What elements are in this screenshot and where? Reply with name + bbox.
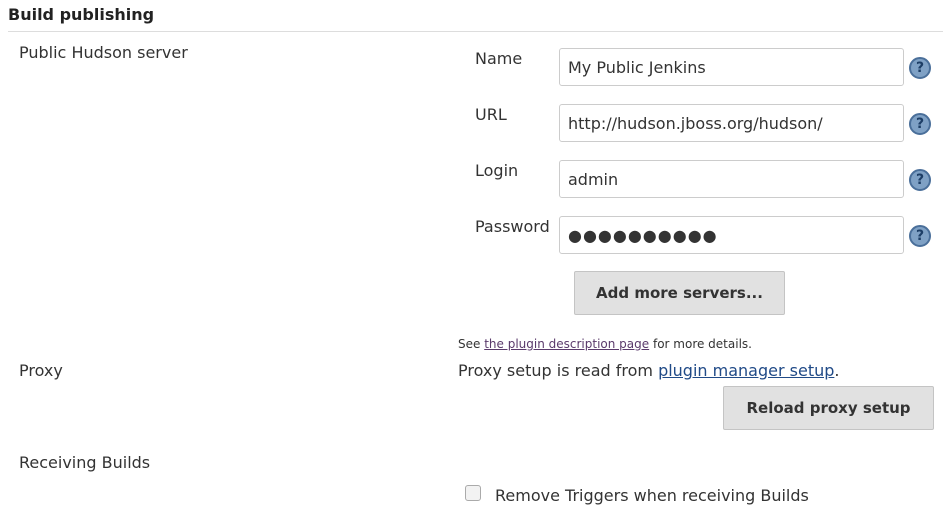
- section-divider: [8, 31, 943, 32]
- help-icon-password[interactable]: ?: [909, 225, 931, 247]
- plugin-description-link[interactable]: the plugin description page: [484, 337, 649, 351]
- password-label: Password: [475, 217, 550, 236]
- public-server-label: Public Hudson server: [19, 43, 188, 62]
- help-icon-login[interactable]: ?: [909, 169, 931, 191]
- password-input[interactable]: [559, 216, 904, 254]
- description-suffix: for more details.: [649, 337, 752, 351]
- remove-triggers-checkbox[interactable]: [465, 485, 481, 501]
- reload-proxy-setup-button[interactable]: Reload proxy setup: [723, 386, 934, 430]
- plugin-description-text: See the plugin description page for more…: [458, 337, 752, 351]
- name-input[interactable]: [559, 48, 904, 86]
- section-title: Build publishing: [8, 5, 155, 24]
- proxy-info-text: Proxy setup is read from plugin manager …: [458, 361, 839, 380]
- proxy-text-suffix: .: [834, 361, 840, 380]
- receiving-builds-label: Receiving Builds: [19, 453, 151, 472]
- description-prefix: See: [458, 337, 485, 351]
- add-more-servers-button[interactable]: Add more servers...: [574, 271, 785, 315]
- help-icon-url[interactable]: ?: [909, 113, 931, 135]
- url-input[interactable]: [559, 104, 904, 142]
- proxy-label: Proxy: [19, 361, 63, 380]
- remove-triggers-label[interactable]: Remove Triggers when receiving Builds: [495, 486, 809, 505]
- name-label: Name: [475, 49, 523, 68]
- login-input[interactable]: [559, 160, 904, 198]
- login-label: Login: [475, 161, 519, 180]
- proxy-text-prefix: Proxy setup is read from: [458, 361, 659, 380]
- help-icon-name[interactable]: ?: [909, 57, 931, 79]
- plugin-manager-setup-link[interactable]: plugin manager setup: [658, 361, 834, 380]
- url-label: URL: [475, 105, 507, 124]
